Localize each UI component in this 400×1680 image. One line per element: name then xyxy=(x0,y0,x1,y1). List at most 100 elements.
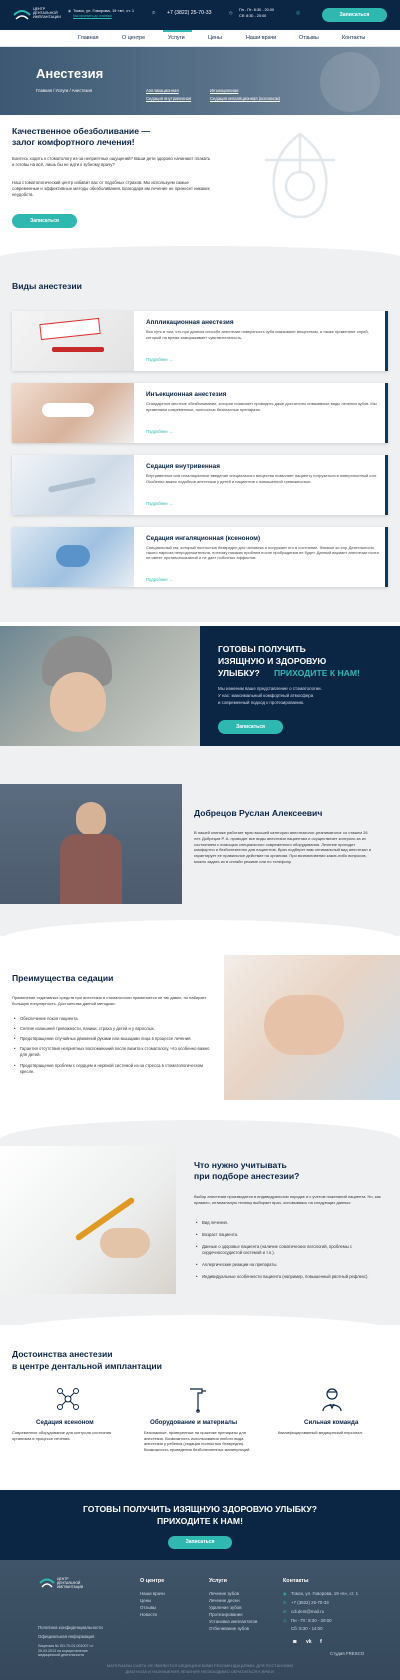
instagram-icon[interactable]: ◙ xyxy=(293,1639,296,1645)
cta-signup-button[interactable]: Записаться xyxy=(168,1536,232,1549)
ointment-box xyxy=(39,317,101,341)
choose-photo xyxy=(0,1146,176,1294)
hero-link-injection[interactable]: Инъекционная xyxy=(210,88,238,93)
intro-paragraph: Боитесь ходить к стоматологу из-за непри… xyxy=(12,156,211,168)
intro-heading-line: Качественное обезболивание — xyxy=(12,126,150,136)
benefit-title: Седация ксеноном xyxy=(36,1419,94,1426)
footer-column-title[interactable]: Контакты xyxy=(283,1578,308,1584)
footer-link[interactable]: Новости xyxy=(140,1612,157,1617)
footer-logo-icon[interactable] xyxy=(38,1576,56,1590)
footer-official-link[interactable]: Официальная информация xyxy=(38,1634,94,1639)
footer-link[interactable]: Установка имплантатов xyxy=(209,1619,257,1624)
mask-shape xyxy=(56,545,90,567)
page-title: Анестезия xyxy=(36,66,104,81)
footer-link[interactable]: Лечение десен xyxy=(209,1598,240,1603)
studio-credit[interactable]: Студия FRESCO xyxy=(330,1651,364,1656)
photo-head-shape xyxy=(76,802,106,836)
sedation-heading: Преимущества седации xyxy=(12,973,114,983)
vk-icon[interactable]: vk xyxy=(306,1639,312,1645)
hero-link-iv-sedation[interactable]: Седация внутривенная xyxy=(146,96,191,101)
location-pin-icon: ◉ xyxy=(283,1591,287,1596)
doctor-name: Добрецов Руслан Алексеевич xyxy=(194,808,323,818)
card-more-link[interactable]: Подробнее → xyxy=(146,577,173,582)
nav-item-contacts[interactable]: Контакты xyxy=(342,35,365,41)
anesthesia-card[interactable]: Аппликационная анестезия Вся суть в том,… xyxy=(12,311,388,371)
card-title: Седация ингаляционная (ксеноном) xyxy=(146,535,261,542)
card-text: Специальный газ, который полностью безвр… xyxy=(146,545,379,560)
footer-column-title[interactable]: О центре xyxy=(140,1578,164,1584)
footer-disclaimer-line: ДИАГНОЗА И НАЗНАЧЕНИЯ ЛЕЧЕНИЯ НЕОБХОДИМО… xyxy=(125,1669,275,1674)
promo-heading-line: УЛЫБКУ? xyxy=(218,668,260,678)
header-hours-weekday: Пн - Пт: 8:30 - 20:00 xyxy=(239,8,275,12)
route-link[interactable]: Как проехать до клиники xyxy=(73,14,112,18)
anesthesia-card[interactable]: Седация внутривенная Внутривенное или ин… xyxy=(12,455,388,515)
card-image xyxy=(12,311,134,371)
page: { "header": { "logo_lines": ["ЦЕНТР", "Д… xyxy=(0,0,400,1680)
nav-bar xyxy=(0,30,400,47)
header-phone[interactable]: +7 (3822) 25-70-33 xyxy=(167,10,212,16)
card-image xyxy=(12,455,134,515)
footer-link[interactable]: Протезирование xyxy=(209,1612,243,1617)
nav-item-doctors[interactable]: Наши врачи xyxy=(246,35,276,41)
anesthesia-card[interactable]: Инъекционная анестезия Стандартное местн… xyxy=(12,383,388,443)
logo-text[interactable]: ЦЕНТР ДЕНТАЛЬНОЙ ИМПЛАНТАЦИИ xyxy=(33,7,61,20)
photo-face-shape xyxy=(50,672,106,732)
header-address: Томск, ул. Говорова, 19 «в», ст. 1 xyxy=(73,8,135,13)
hero-link-application[interactable]: Аппликационная xyxy=(146,88,179,93)
clock-icon: ◷ xyxy=(229,10,233,15)
card-more-link[interactable]: Подробнее → xyxy=(146,429,173,434)
nav-item-reviews[interactable]: Отзывы xyxy=(299,35,319,41)
sedation-benefit-item: Снятие излишней тревожности, паники, стр… xyxy=(14,1026,210,1032)
facebook-icon[interactable]: f xyxy=(320,1639,322,1645)
footer-disclaimer-line: МАТЕРИАЛЫ САЙТА НЕ ЯВЛЯЮТСЯ МЕДИЦИНСКИМИ… xyxy=(106,1663,294,1668)
footer-license: Лицензия № ЛО-70-01-001007 от 25.03.2013… xyxy=(38,1644,94,1658)
photo-face-shape xyxy=(264,995,344,1055)
footer-column-title[interactable]: Услуги xyxy=(209,1578,227,1584)
sedation-benefit-item: Гарантия отсутствия неприятных воспомина… xyxy=(14,1046,210,1058)
card-title: Седация внутривенная xyxy=(146,463,220,470)
mail-icon: ✉ xyxy=(283,1609,287,1614)
eye-icon[interactable]: ◎ xyxy=(296,10,300,16)
card-more-link[interactable]: Подробнее → xyxy=(146,357,173,362)
dental-tool-icon xyxy=(190,1388,206,1413)
footer-link[interactable]: Отбеливание зубов xyxy=(209,1626,249,1631)
intro-signup-button[interactable]: Записаться xyxy=(12,214,77,228)
sedation-intro: Применение седативных средств при анесте… xyxy=(12,995,207,1006)
card-more-link[interactable]: Подробнее → xyxy=(146,501,173,506)
clock-icon: ◷ xyxy=(283,1618,287,1623)
footer-link[interactable]: Наши врачи xyxy=(140,1591,165,1596)
logo-line: ИМПЛАНТАЦИИ xyxy=(57,1585,84,1589)
nav-item-prices[interactable]: Цены xyxy=(208,35,222,41)
choose-intro: Выбор анестезии производится в индивидуа… xyxy=(194,1194,381,1205)
footer-link[interactable]: Удаление зубов xyxy=(209,1605,242,1610)
hero-link-xenon-sedation[interactable]: Седация ингаляционная (ксеноном) xyxy=(210,96,280,101)
card-title: Аппликационная анестезия xyxy=(146,319,234,326)
choose-heading-line: Что нужно учитывать xyxy=(194,1160,287,1170)
promo-signup-button[interactable]: Записаться xyxy=(218,720,283,734)
footer-privacy-link[interactable]: Политика конфиденциальности xyxy=(38,1625,103,1630)
nav-item-services[interactable]: Услуги xyxy=(168,35,185,41)
breadcrumb[interactable]: Главная / Услуги / Анестезия xyxy=(36,88,92,93)
benefits-heading-line: в центре дентальной имплантации xyxy=(12,1361,162,1371)
hero-decor xyxy=(320,52,380,112)
choose-factor-item: Индивидуальные особенности пациента (нап… xyxy=(196,1274,388,1280)
benefit-title: Оборудование и материалы xyxy=(150,1419,238,1426)
footer-address: Томск, ул. Говорова, 19 «в», ст. 1 xyxy=(291,1591,359,1596)
logo-icon[interactable] xyxy=(12,7,32,23)
sedation-benefit-item: Обеспечение покоя пациента. xyxy=(14,1016,210,1022)
header-signup-button[interactable]: Записаться xyxy=(322,8,387,22)
footer-email[interactable]: cdi.dent@mail.ru xyxy=(291,1609,324,1614)
footer-phone[interactable]: +7 (3822) 25-70-33 xyxy=(291,1600,329,1605)
card-text: Стандартное местное обезболивание, котор… xyxy=(146,401,377,412)
nav-item-about[interactable]: О центре xyxy=(122,35,145,41)
footer-logo-text[interactable]: ЦЕНТР ДЕНТАЛЬНОЙ ИМПЛАНТАЦИИ xyxy=(57,1577,83,1589)
footer-link[interactable]: Лечение зубов xyxy=(209,1591,239,1596)
footer-link[interactable]: Цены xyxy=(140,1598,151,1603)
sedation-benefit-item: Предотвращение случайных движений руками… xyxy=(14,1036,210,1042)
nav-item-home[interactable]: Главная xyxy=(78,35,99,41)
footer-link[interactable]: Отзывы xyxy=(140,1605,156,1610)
tube-shape xyxy=(52,347,104,352)
anesthesia-card[interactable]: Седация ингаляционная (ксеноном) Специал… xyxy=(12,527,388,587)
doctor-description: В нашей клинике работает врач высшей кат… xyxy=(194,830,371,864)
mask-icon xyxy=(265,132,335,219)
